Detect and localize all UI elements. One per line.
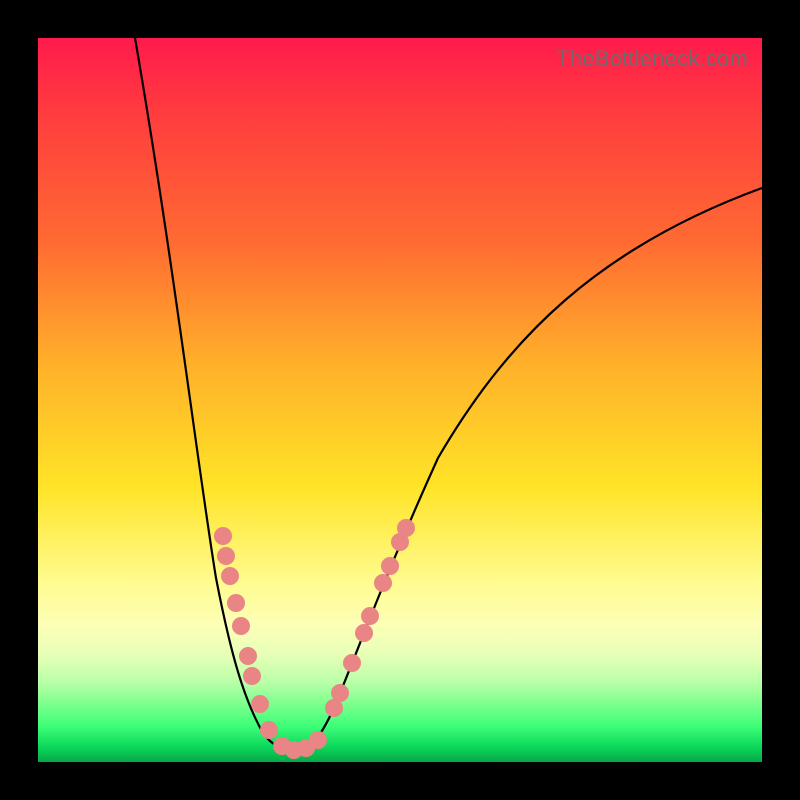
data-dot xyxy=(217,547,235,565)
chart-frame: TheBottleneck.com xyxy=(0,0,800,800)
data-dot xyxy=(331,684,349,702)
data-dot xyxy=(391,533,409,551)
bottleneck-curve xyxy=(135,38,762,750)
data-dot xyxy=(374,574,392,592)
watermark-text: TheBottleneck.com xyxy=(556,46,748,72)
data-dot xyxy=(214,527,232,545)
data-dot xyxy=(325,699,343,717)
plot-area: TheBottleneck.com xyxy=(38,38,762,762)
data-dot xyxy=(297,739,315,757)
data-dot xyxy=(243,667,261,685)
data-dot xyxy=(273,737,291,755)
data-dot xyxy=(251,695,269,713)
data-dot xyxy=(361,607,379,625)
curve-layer xyxy=(38,38,762,762)
data-dot xyxy=(309,731,327,749)
data-dot xyxy=(260,721,278,739)
data-dots xyxy=(214,519,415,759)
data-dot xyxy=(239,647,257,665)
data-dot xyxy=(397,519,415,537)
data-dot xyxy=(343,654,361,672)
data-dot xyxy=(381,557,399,575)
data-dot xyxy=(221,567,239,585)
data-dot xyxy=(355,624,373,642)
data-dot xyxy=(232,617,250,635)
data-dot xyxy=(285,741,303,759)
data-dot xyxy=(227,594,245,612)
